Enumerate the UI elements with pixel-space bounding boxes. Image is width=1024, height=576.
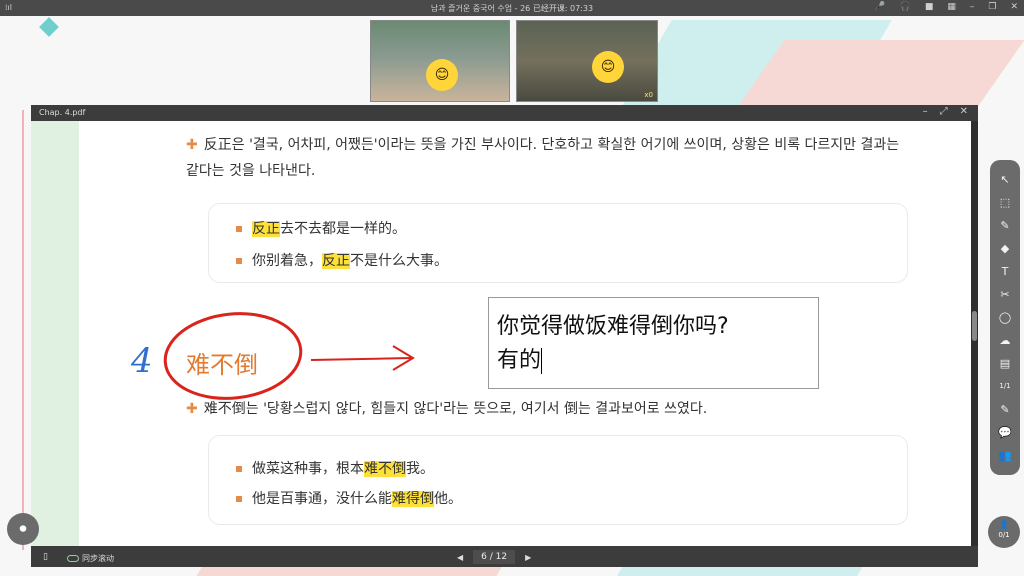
- pdf-bottom-bar: ▯ 同步滚动 ◀ 6 / 12 ▶: [31, 548, 978, 567]
- handwritten-number: 4: [131, 341, 153, 381]
- edit-icon[interactable]: ✎: [990, 398, 1020, 421]
- participants-button[interactable]: 👤 0/1: [988, 516, 1020, 548]
- mic-icon[interactable]: 🎤: [874, 2, 885, 12]
- video-badge: x0: [644, 91, 653, 99]
- pointer-icon[interactable]: ↖: [990, 168, 1020, 191]
- restore-icon[interactable]: ❐: [988, 2, 996, 12]
- bullet-icon: [236, 496, 242, 502]
- drawing-toolbar: ↖ ⬚ ✎ ◆ T ✂ ◯ ☁ ▤ 1/1 ✎ 💬 👥: [990, 160, 1020, 475]
- sidebar-toggle-icon[interactable]: ▯: [43, 552, 48, 562]
- chat-icon[interactable]: 💬: [990, 421, 1020, 444]
- example-box-2: [208, 435, 908, 525]
- zoom-icon[interactable]: 1/1: [990, 375, 1020, 398]
- users-icon[interactable]: 👥: [990, 444, 1020, 467]
- person-icon: 👤: [999, 520, 1009, 529]
- paragraph-fanzheng: ✚ 反正은 '결국, 어차피, 어쨌든'이라는 뜻을 가진 부사이다. 단호하고 …: [186, 137, 900, 179]
- annotation-line: 你觉得做饭难得倒你吗?: [497, 314, 729, 339]
- sync-scroll-toggle[interactable]: 同步滚动: [67, 553, 114, 564]
- expand-icon[interactable]: ⤢: [940, 106, 948, 117]
- scissors-icon[interactable]: ✂: [990, 283, 1020, 306]
- camera-icon[interactable]: ■: [925, 2, 934, 12]
- close-icon[interactable]: ✕: [1010, 2, 1018, 12]
- bullet-icon: [236, 258, 242, 264]
- video-participant-1[interactable]: 😊: [370, 20, 510, 102]
- background-edge: [22, 110, 24, 550]
- face-emoji-icon: 😊: [426, 59, 458, 91]
- pdf-page[interactable]: ✚ 反正은 '결국, 어차피, 어쨌든'이라는 뜻을 가진 부사이다. 단호하고 …: [31, 121, 971, 546]
- video-participant-2[interactable]: 😊 x0: [516, 20, 658, 102]
- record-button[interactable]: ⏺: [7, 513, 39, 545]
- example-box-1: [208, 203, 908, 283]
- bullet-icon: [236, 466, 242, 472]
- select-icon[interactable]: ⬚: [990, 191, 1020, 214]
- annotation-line: 有的: [497, 348, 543, 374]
- eraser-icon[interactable]: ◆: [990, 237, 1020, 260]
- shape-icon[interactable]: ◯: [990, 306, 1020, 329]
- minimize-icon[interactable]: –: [923, 106, 928, 117]
- plus-icon: ✚: [186, 137, 198, 153]
- text-icon[interactable]: T: [990, 260, 1020, 283]
- scrollbar-thumb[interactable]: [972, 311, 977, 341]
- vertical-scrollbar[interactable]: [971, 121, 978, 546]
- pdf-filename: Chap. 4.pdf: [39, 108, 86, 117]
- top-bar: ⁞ıl 남과 즐거운 중국어 수업 - 26 已经开课: 07:33 🎤 🎧 ■…: [0, 0, 1024, 16]
- example-line: 他是百事通，没什么能难得倒他。: [236, 488, 462, 508]
- toggle-icon: [67, 555, 79, 562]
- plus-icon: ✚: [186, 401, 198, 417]
- prev-page-icon[interactable]: ◀: [457, 553, 463, 562]
- class-title: 남과 즐거운 중국어 수업 - 26 已经开课: 07:33: [430, 4, 594, 13]
- page-indicator[interactable]: 6 / 12: [473, 550, 516, 564]
- close-icon[interactable]: ✕: [960, 106, 968, 117]
- pdf-titlebar: Chap. 4.pdf – ⤢ ✕: [31, 105, 978, 121]
- example-line: 反正去不去都是一样的。: [236, 218, 406, 238]
- text-annotation-box[interactable]: 你觉得做饭难得倒你吗? 有的: [488, 297, 819, 389]
- cloud-icon[interactable]: ☁: [990, 329, 1020, 352]
- annotation-drawing: [163, 312, 415, 400]
- minimize-icon[interactable]: –: [970, 2, 975, 12]
- page-margin-strip: [31, 121, 79, 546]
- text-cursor: [541, 348, 543, 374]
- pen-icon[interactable]: ✎: [990, 214, 1020, 237]
- background-diamond: [39, 17, 59, 37]
- bullet-icon: [236, 226, 242, 232]
- record-icon: ⏺: [19, 521, 27, 537]
- background-shape: [735, 40, 1024, 110]
- paragraph-nanbudao: ✚ 难不倒는 '당황스럽지 않다, 힘들지 않다'라는 뜻으로, 여기서 倒는 결…: [186, 401, 708, 417]
- next-page-icon[interactable]: ▶: [525, 553, 531, 562]
- example-line: 你别着急，反正不是什么大事。: [236, 250, 448, 270]
- page-navigator: ◀ 6 / 12 ▶: [457, 550, 531, 564]
- headset-icon[interactable]: 🎧: [900, 2, 911, 12]
- example-line: 做菜这种事，根本难不倒我。: [236, 458, 434, 478]
- grid-icon[interactable]: ▦: [947, 2, 956, 12]
- participant-count: 0/1: [998, 531, 1010, 539]
- pdf-viewer-window: Chap. 4.pdf – ⤢ ✕ ✚ 反正은 '결국, 어차피, 어쨌든'이라는…: [31, 105, 978, 567]
- face-emoji-icon: 😊: [592, 51, 624, 83]
- briefcase-icon[interactable]: ▤: [990, 352, 1020, 375]
